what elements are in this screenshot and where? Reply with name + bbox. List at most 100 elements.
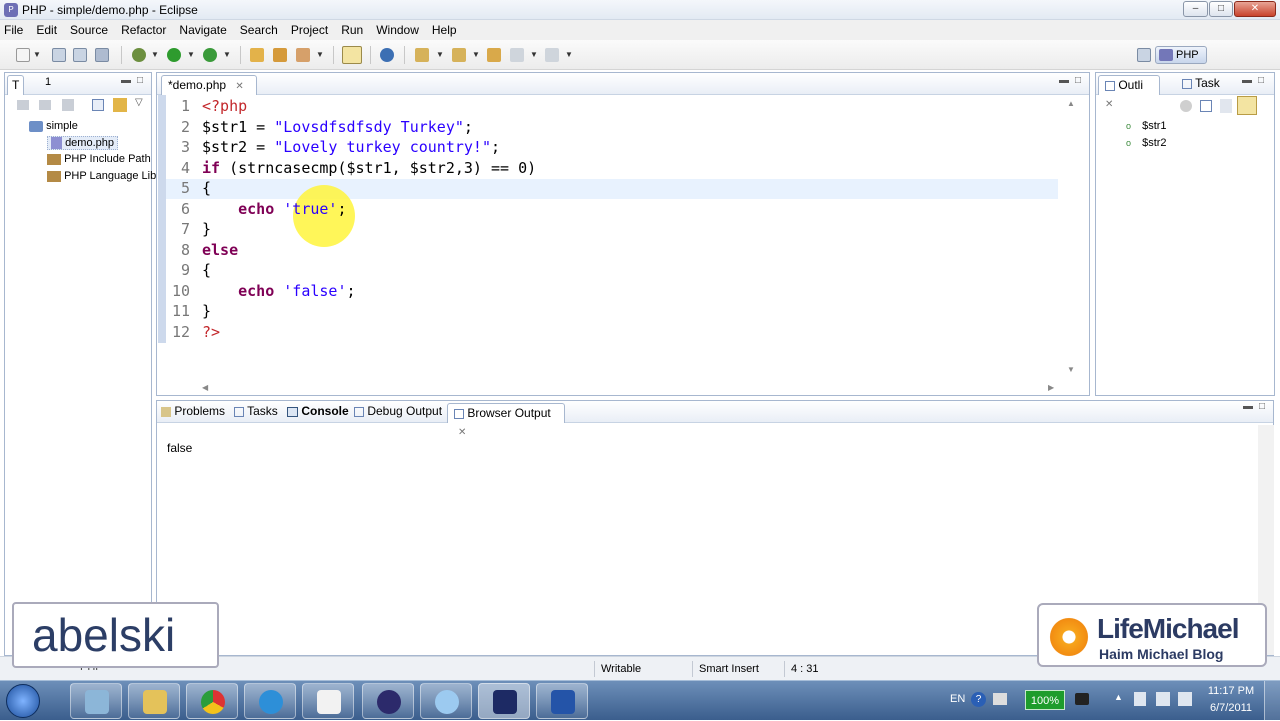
tab-problems[interactable]: Problems (161, 404, 225, 418)
taskbar-media[interactable] (478, 683, 530, 719)
tree-item-demo-php[interactable]: demo.php (47, 136, 118, 151)
menu-navigate[interactable]: Navigate (179, 23, 226, 37)
tab-browser-output[interactable]: Browser Output ✕ (447, 403, 565, 438)
search-tool-icon[interactable] (296, 48, 310, 62)
open-perspective-icon[interactable] (1137, 48, 1151, 62)
usb-icon[interactable] (1156, 692, 1170, 706)
scroll-down-icon[interactable]: ▼ (1067, 365, 1075, 374)
last-edit-icon[interactable] (487, 48, 501, 62)
run-external-icon[interactable] (203, 48, 217, 62)
code-editor[interactable]: 1 2 3 4 5 6 7 8 9 10 11 12 <?php $str1 =… (158, 95, 1086, 392)
menu-edit[interactable]: Edit (36, 23, 57, 37)
language-indicator[interactable]: EN (950, 693, 965, 705)
chevron-down-icon[interactable]: ▼ (530, 50, 538, 59)
chevron-down-icon[interactable]: ▼ (187, 50, 195, 59)
open-type-icon[interactable] (273, 48, 287, 62)
up-nav-icon[interactable] (62, 99, 74, 111)
save-icon[interactable] (52, 48, 66, 62)
back-nav-icon[interactable] (17, 100, 29, 110)
new-icon[interactable] (16, 48, 30, 62)
outline-item-str1[interactable]: o $str1 (1126, 120, 1167, 132)
taskbar-recorder[interactable] (536, 683, 588, 719)
tray-expand-icon[interactable]: ▲ (1114, 692, 1123, 702)
tree-project-simple[interactable]: simple (29, 120, 78, 132)
next-annotation-icon[interactable] (415, 48, 429, 62)
maximize-view-icon[interactable]: □ (137, 75, 143, 86)
prev-annotation-icon[interactable] (452, 48, 466, 62)
battery-indicator[interactable]: 100% (1025, 690, 1065, 710)
scroll-left-icon[interactable]: ◀ (202, 383, 208, 392)
globe-icon[interactable] (380, 48, 394, 62)
taskbar-explorer[interactable] (128, 683, 180, 719)
menu-window[interactable]: Window (376, 23, 419, 37)
link-editor-icon[interactable] (1237, 96, 1257, 115)
sort-icon[interactable] (1220, 99, 1232, 113)
hide-fields-icon[interactable] (1180, 100, 1192, 112)
taskbar-eclipse[interactable] (362, 683, 414, 719)
outline-item-str2[interactable]: o $str2 (1126, 137, 1167, 149)
scroll-right-icon[interactable]: ▶ (1048, 383, 1054, 392)
php-perspective-button[interactable]: PHP (1155, 46, 1207, 64)
collapse-all-icon[interactable] (92, 99, 104, 111)
tree-item-include-path[interactable]: PHP Include Path (47, 153, 151, 165)
minimize-view-icon[interactable]: ▬ (1242, 75, 1252, 86)
menu-run[interactable]: Run (341, 23, 363, 37)
taskbar-ie[interactable] (244, 683, 296, 719)
chevron-down-icon[interactable]: ▼ (436, 50, 444, 59)
tab-type-hierarchy[interactable]: T (7, 75, 25, 95)
collapse-all-icon[interactable] (1200, 100, 1212, 112)
menu-refactor[interactable]: Refactor (121, 23, 166, 37)
maximize-button[interactable]: □ (1209, 1, 1233, 17)
menu-help[interactable]: Help (432, 23, 457, 37)
keyboard-icon[interactable] (993, 693, 1007, 705)
power-icon[interactable] (1075, 693, 1089, 705)
tab-tasks[interactable]: Tasks (234, 404, 278, 418)
minimize-view-icon[interactable]: ▬ (1243, 401, 1253, 412)
menu-project[interactable]: Project (291, 23, 328, 37)
signal-icon[interactable] (1178, 692, 1192, 706)
chevron-down-icon[interactable]: ▼ (33, 50, 41, 59)
menu-file[interactable]: File (4, 23, 23, 37)
maximize-view-icon[interactable]: □ (1259, 401, 1265, 412)
save-all-icon[interactable] (73, 48, 87, 62)
tab-tasks[interactable]: Task (1182, 76, 1220, 90)
tab-php-explorer[interactable]: 1 (45, 76, 51, 88)
tab-outline[interactable]: Outli ✕ (1098, 75, 1160, 110)
vertical-scrollbar[interactable]: ▲ ▼ (1063, 97, 1079, 377)
taskbar-chrome[interactable] (186, 683, 238, 719)
close-tab-icon[interactable]: ✕ (1105, 99, 1113, 110)
tab-console[interactable]: Console (287, 404, 349, 418)
close-tab-icon[interactable]: ✕ (235, 81, 243, 92)
clock-time[interactable]: 11:17 PM (1206, 685, 1256, 697)
maximize-view-icon[interactable]: □ (1258, 75, 1264, 86)
tab-debug-output[interactable]: Debug Output (354, 404, 442, 418)
chevron-down-icon[interactable]: ▼ (223, 50, 231, 59)
chevron-down-icon[interactable]: ▼ (151, 50, 159, 59)
show-desktop-button[interactable] (1264, 681, 1280, 721)
run-icon[interactable] (167, 48, 181, 62)
close-tab-icon[interactable]: ✕ (458, 427, 466, 438)
close-button[interactable]: ✕ (1234, 1, 1276, 17)
scroll-up-icon[interactable]: ▲ (1067, 99, 1075, 108)
menu-search[interactable]: Search (240, 23, 278, 37)
minimize-view-icon[interactable]: ▬ (121, 75, 131, 86)
minimize-button[interactable]: – (1183, 1, 1208, 17)
taskbar-show-desktop[interactable] (70, 683, 122, 719)
taskbar-safari[interactable] (420, 683, 472, 719)
back-icon[interactable] (510, 48, 524, 62)
minimize-view-icon[interactable]: ▬ (1059, 75, 1069, 86)
forward-nav-icon[interactable] (39, 100, 51, 110)
help-icon[interactable]: ? (971, 692, 986, 707)
tab-demo-php[interactable]: *demo.php ✕ (161, 75, 257, 95)
print-icon[interactable] (95, 48, 109, 62)
chevron-down-icon[interactable]: ▼ (565, 50, 573, 59)
debug-icon[interactable] (132, 48, 146, 62)
chevron-down-icon[interactable]: ▼ (316, 50, 324, 59)
link-editor-icon[interactable] (113, 98, 127, 112)
forward-icon[interactable] (545, 48, 559, 62)
taskbar-odf[interactable] (302, 683, 354, 719)
open-folder-icon[interactable] (250, 48, 264, 62)
mark-occurrences-icon[interactable] (342, 46, 362, 64)
menu-source[interactable]: Source (70, 23, 108, 37)
clock-date[interactable]: 6/7/2011 (1206, 702, 1256, 714)
